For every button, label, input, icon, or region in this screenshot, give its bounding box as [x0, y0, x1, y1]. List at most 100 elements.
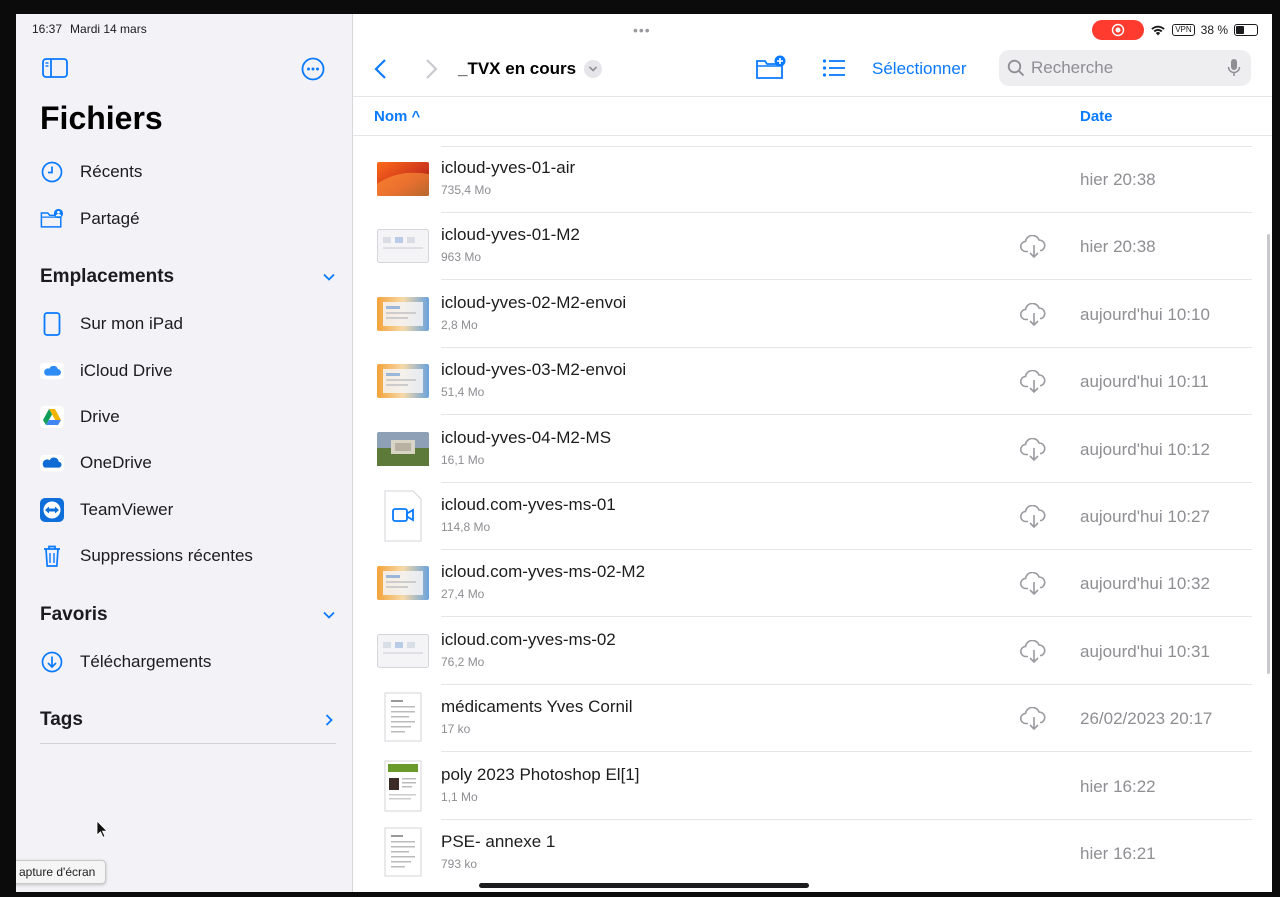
file-name: icloud-yves-03-M2-envoi	[441, 360, 627, 380]
file-name: icloud-yves-04-M2-MS	[441, 427, 612, 447]
section-favorites-header[interactable]: Favoris	[40, 604, 108, 626]
file-thumbnail	[377, 827, 429, 882]
select-button[interactable]: Sélectionner	[872, 59, 967, 79]
cloud-download-icon[interactable]	[1019, 572, 1049, 596]
file-size: 17 ko	[441, 722, 471, 737]
sidebar-item-onedrive[interactable]: OneDrive	[40, 448, 152, 478]
status-time: 16:37	[32, 22, 63, 36]
sort-by-name-button[interactable]: Nom ^	[374, 108, 420, 125]
file-name: icloud-yves-02-M2-envoi	[441, 292, 627, 312]
search-bar[interactable]	[999, 50, 1251, 86]
chevron-down-icon[interactable]	[322, 608, 336, 622]
forward-chevron-icon[interactable]	[423, 58, 439, 80]
file-thumbnail	[377, 692, 429, 747]
more-options-icon[interactable]	[301, 57, 325, 81]
multitasking-dots[interactable]: •••	[633, 22, 651, 38]
cloud-download-icon[interactable]	[1019, 706, 1049, 731]
file-thumbnail	[377, 364, 429, 403]
cloud-download-icon[interactable]	[1019, 437, 1049, 462]
file-name: icloud.com-yves-ms-01	[441, 495, 616, 514]
file-name: médicaments Yves Cornil	[441, 697, 633, 717]
file-row[interactable]: icloud-yves-01-M2 963 Mo hier 20:38	[353, 213, 1272, 281]
page-title: Fichiers	[40, 100, 163, 136]
sidebar-item-label: OneDrive	[80, 453, 152, 472]
cloud-download-icon[interactable]	[1019, 639, 1049, 664]
record-icon	[1111, 23, 1125, 37]
status-date: Mardi 14 mars	[70, 22, 147, 36]
scrollbar[interactable]	[1267, 234, 1270, 674]
file-size: 16,1 Mo	[441, 452, 485, 467]
file-date: aujourd'hui 10:11	[1080, 372, 1209, 392]
ipad-icon	[40, 312, 64, 336]
home-indicator[interactable]	[479, 883, 809, 888]
file-row[interactable]: icloud-yves-02-M2-envoi 2,8 Mo aujourd'hui…	[353, 281, 1272, 348]
file-size: 2,8 Mo	[441, 317, 478, 332]
cloud-download-icon[interactable]	[1019, 302, 1049, 327]
sidebar-item-label: Téléchargements	[80, 652, 212, 671]
chevron-down-icon[interactable]	[322, 270, 336, 284]
back-chevron-icon[interactable]	[373, 58, 389, 80]
file-thumbnail	[377, 431, 429, 471]
cloud-download-icon[interactable]	[1019, 504, 1049, 529]
sidebar-item-label: Sur mon iPad	[80, 314, 183, 333]
sidebar-item-downloads[interactable]: Téléchargements	[40, 647, 211, 677]
file-date: aujourd'hui 10:12	[1080, 439, 1210, 459]
screen-frame: 16:37 Mardi 14 mars Fichiers Récents Part…	[0, 0, 1280, 897]
vpn-badge: VPN	[1172, 24, 1195, 36]
file-name: icloud-yves-01-air	[441, 158, 576, 177]
folder-title-text: _TVX en cours	[458, 59, 577, 78]
sidebar-item-shared[interactable]: Partagé	[40, 204, 140, 234]
row-separator	[441, 146, 1252, 147]
file-thumbnail	[377, 229, 429, 268]
google-drive-icon	[40, 405, 64, 429]
file-size: 963 Mo	[441, 250, 482, 265]
chevron-right-icon[interactable]	[322, 713, 336, 727]
sidebar-item-recently-deleted[interactable]: Suppressions récentes	[40, 541, 253, 571]
sidebar-item-drive[interactable]: Drive	[40, 402, 120, 432]
cloud-download-icon[interactable]	[1019, 235, 1049, 259]
section-locations-header[interactable]: Emplacements	[40, 266, 174, 288]
file-date: aujourd'hui 10:27	[1080, 507, 1210, 526]
file-date: hier 20:38	[1080, 237, 1156, 257]
file-row[interactable]: icloud-yves-03-M2-envoi 51,4 Mo aujourd'hu…	[353, 348, 1272, 416]
icloud-icon	[40, 359, 64, 383]
ipad-screen: 16:37 Mardi 14 mars Fichiers Récents Part…	[16, 14, 1272, 892]
sidebar-item-label: Suppressions récentes	[80, 546, 253, 565]
screen-recording-indicator[interactable]	[1092, 20, 1145, 40]
file-thumbnail	[377, 162, 429, 201]
file-row[interactable]: icloud-yves-04-M2-MS 16,1 Mo aujourd'hui 1…	[353, 416, 1272, 483]
file-row[interactable]: icloud-yves-01-air 735,4 Mo hier 20:38	[353, 146, 1272, 213]
sidebar-item-label: Partagé	[80, 209, 140, 228]
microphone-icon[interactable]	[1227, 58, 1241, 78]
section-title: Emplacements	[40, 266, 175, 287]
section-tags-header[interactable]: Tags	[40, 709, 83, 731]
file-row[interactable]: icloud.com-yves-ms-02 76,2 Mo aujourd'hui …	[353, 618, 1272, 685]
file-thumbnail	[377, 490, 429, 547]
new-folder-icon[interactable]	[755, 55, 787, 81]
file-row[interactable]: icloud.com-yves-ms-02-M2 27,4 Mo aujourd'h…	[353, 550, 1272, 618]
file-row[interactable]: poly 2023 Photoshop El[1] 1,1 Mo hier 16:2…	[353, 753, 1272, 820]
battery-percent: 38 %	[1200, 23, 1228, 37]
tooltip: apture d'écran	[16, 860, 107, 884]
sidebar-item-label: Récents	[80, 162, 143, 181]
column-header: Nom ^ Date	[353, 96, 1272, 136]
sidebar-item-teamviewer[interactable]: TeamViewer	[40, 495, 173, 525]
toolbar: _TVX en cours Sélectionner	[353, 48, 1272, 92]
file-date: 26/02/2023 20:17	[1080, 709, 1213, 729]
shared-folder-icon	[40, 207, 64, 231]
file-size: 76,2 Mo	[441, 654, 485, 669]
sidebar-item-label: iCloud Drive	[80, 361, 173, 380]
file-name: poly 2023 Photoshop El[1]	[441, 764, 640, 784]
file-row[interactable]: médicaments Yves Cornil 17 ko 26/02/2023 2…	[353, 685, 1272, 753]
cloud-download-icon[interactable]	[1019, 369, 1049, 394]
file-row[interactable]: icloud.com-yves-ms-01 114,8 Mo aujourd'hui…	[353, 483, 1272, 550]
sidebar-item-icloud-drive[interactable]: iCloud Drive	[40, 356, 173, 386]
file-row[interactable]: PSE- annexe 1 793 ko hier 16:21	[353, 820, 1272, 887]
sidebar-item-on-my-ipad[interactable]: Sur mon iPad	[40, 309, 183, 339]
search-input[interactable]	[1031, 58, 1211, 78]
sidebar-toggle-icon[interactable]	[42, 58, 68, 78]
sort-by-date-button[interactable]: Date	[1080, 108, 1113, 125]
sidebar-item-recents[interactable]: Récents	[40, 157, 142, 187]
list-view-icon[interactable]	[822, 58, 846, 78]
folder-title[interactable]: _TVX en cours	[458, 59, 603, 79]
